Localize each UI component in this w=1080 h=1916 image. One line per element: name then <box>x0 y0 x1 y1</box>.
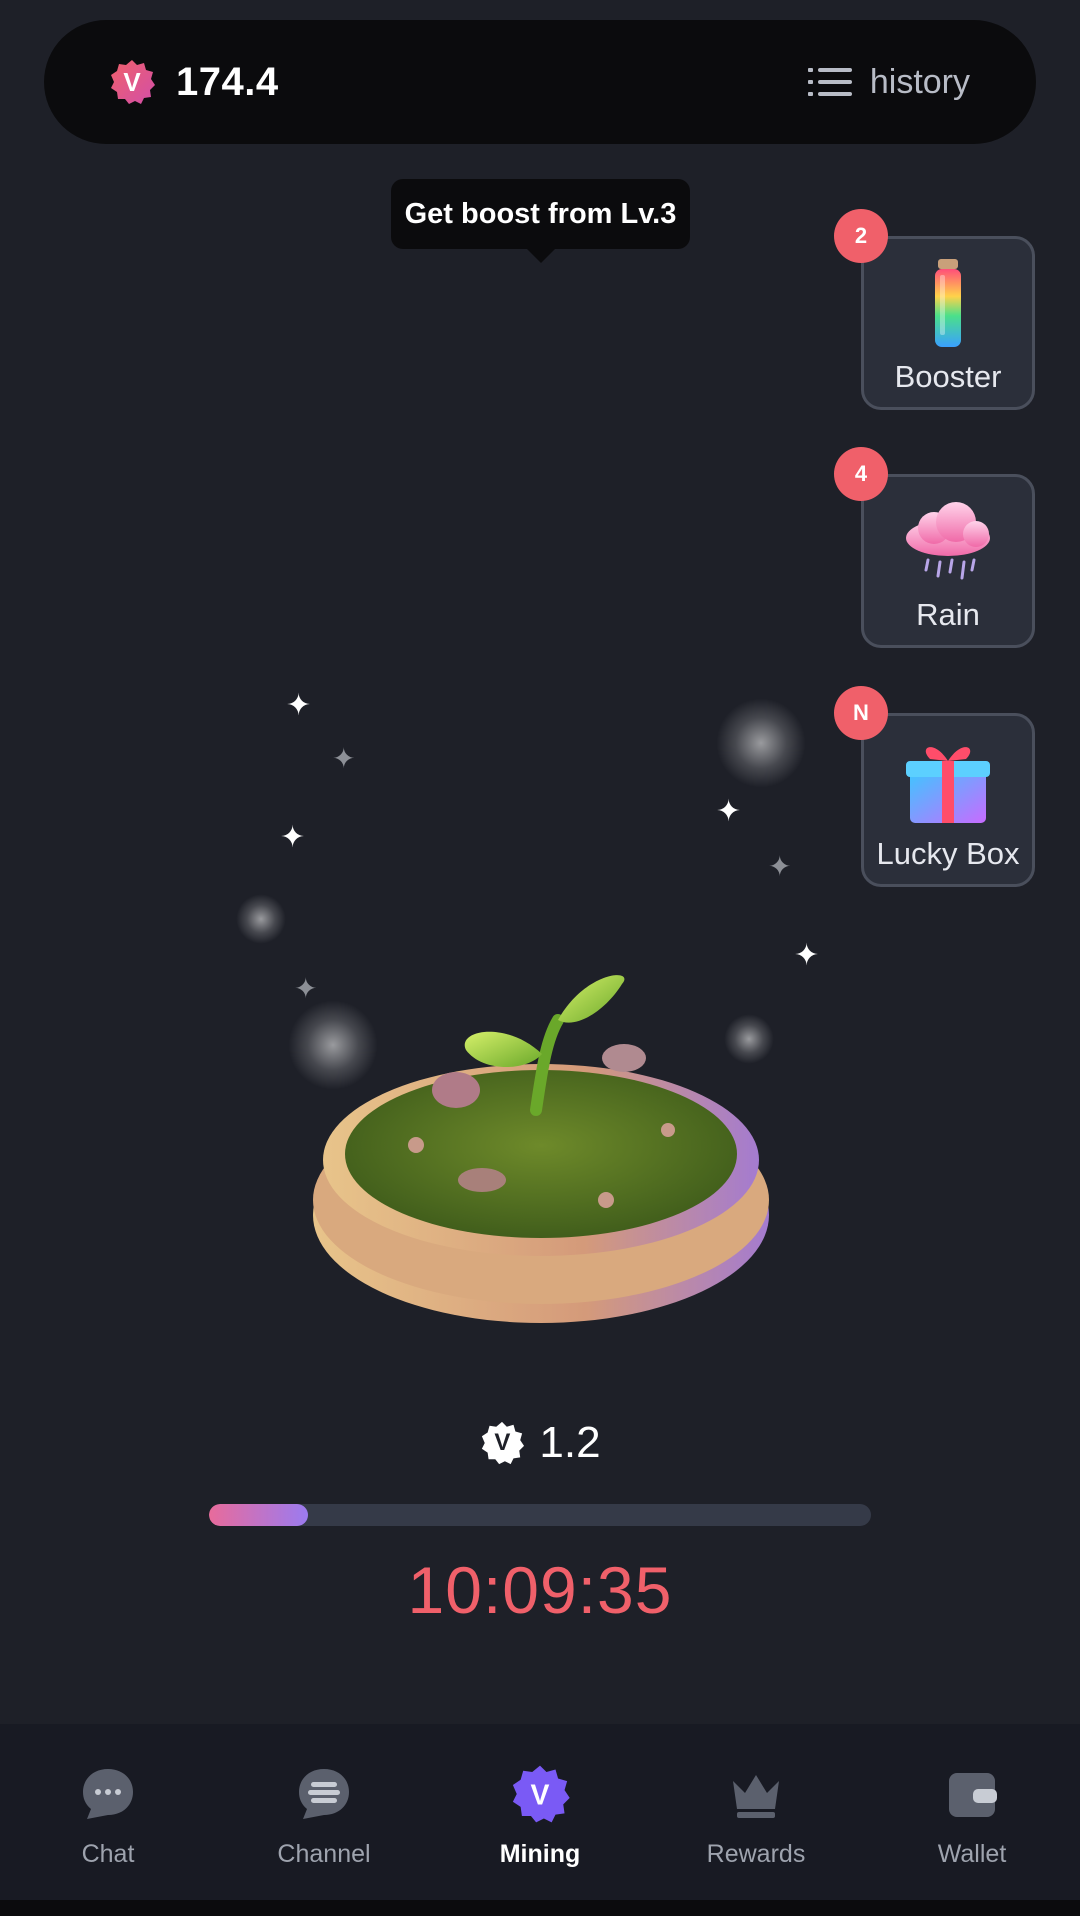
nav-rewards[interactable]: Rewards <box>656 1762 856 1869</box>
rain-button[interactable]: 4 Rain <box>834 447 1035 648</box>
balance-value: 174.4 <box>176 59 279 104</box>
nav-mining-label: Mining <box>499 1840 581 1868</box>
v-coin-icon: V <box>479 1420 525 1466</box>
crown-icon <box>724 1762 788 1826</box>
mining-timer: 10:09:35 <box>407 1553 673 1627</box>
chat-bubble-icon <box>76 1762 140 1826</box>
rain-label: Rain <box>916 597 980 632</box>
nav-wallet[interactable]: Wallet <box>872 1762 1072 1869</box>
rain-cloud-icon <box>898 495 998 591</box>
balance-display: V 174.4 <box>108 58 279 106</box>
sparkle-icon: ✦ <box>286 689 312 722</box>
top-bar: V 174.4 history <box>44 20 1036 144</box>
sparkle-icon: ✦ <box>332 743 356 774</box>
channel-icon <box>292 1762 356 1826</box>
bottom-navigation: Chat Channel V Mining Rewards Wallet <box>0 1724 1080 1900</box>
sparkle-icon: ✦ <box>280 821 306 854</box>
nav-rewards-label: Rewards <box>706 1840 806 1868</box>
list-icon <box>807 68 852 96</box>
rain-count-badge: 4 <box>834 447 888 501</box>
sparkle-icon: ✦ <box>716 795 742 828</box>
sparkle-icon: ✦ <box>768 851 792 882</box>
bottom-safe-area <box>0 1900 1080 1916</box>
sparkle-icon: ✦ <box>794 939 820 972</box>
sprout-island-illustration <box>313 975 769 1323</box>
v-coin-icon: V <box>108 58 156 106</box>
reward-row: V 1.2 <box>0 1418 1080 1468</box>
svg-text:V: V <box>531 1779 550 1811</box>
nav-chat[interactable]: Chat <box>8 1762 208 1869</box>
mining-progress-bar <box>209 1504 871 1526</box>
booster-count-badge: 2 <box>834 209 888 263</box>
nav-channel-label: Channel <box>277 1840 371 1868</box>
history-label: history <box>869 62 970 101</box>
booster-button[interactable]: 2 Booster <box>834 209 1035 410</box>
boost-tooltip: Get boost from Lv.3 <box>391 179 690 249</box>
nav-mining[interactable]: V Mining <box>440 1762 640 1869</box>
booster-label: Booster <box>894 359 1002 394</box>
nav-channel[interactable]: Channel <box>224 1762 424 1869</box>
history-button[interactable]: history <box>807 62 970 102</box>
v-coin-icon: V <box>508 1762 572 1826</box>
mining-progress-fill <box>209 1504 309 1526</box>
potion-bottle-icon <box>898 257 998 353</box>
nav-wallet-label: Wallet <box>937 1840 1007 1868</box>
reward-amount: 1.2 <box>539 1418 601 1467</box>
mining-scene: ✦ ✦ ✦ ✦ ✦ ✦ ✦ <box>0 640 1080 1360</box>
glow-orb <box>716 698 806 788</box>
glow-orb <box>236 894 286 944</box>
nav-chat-label: Chat <box>81 1840 135 1868</box>
wallet-icon <box>940 1762 1004 1826</box>
